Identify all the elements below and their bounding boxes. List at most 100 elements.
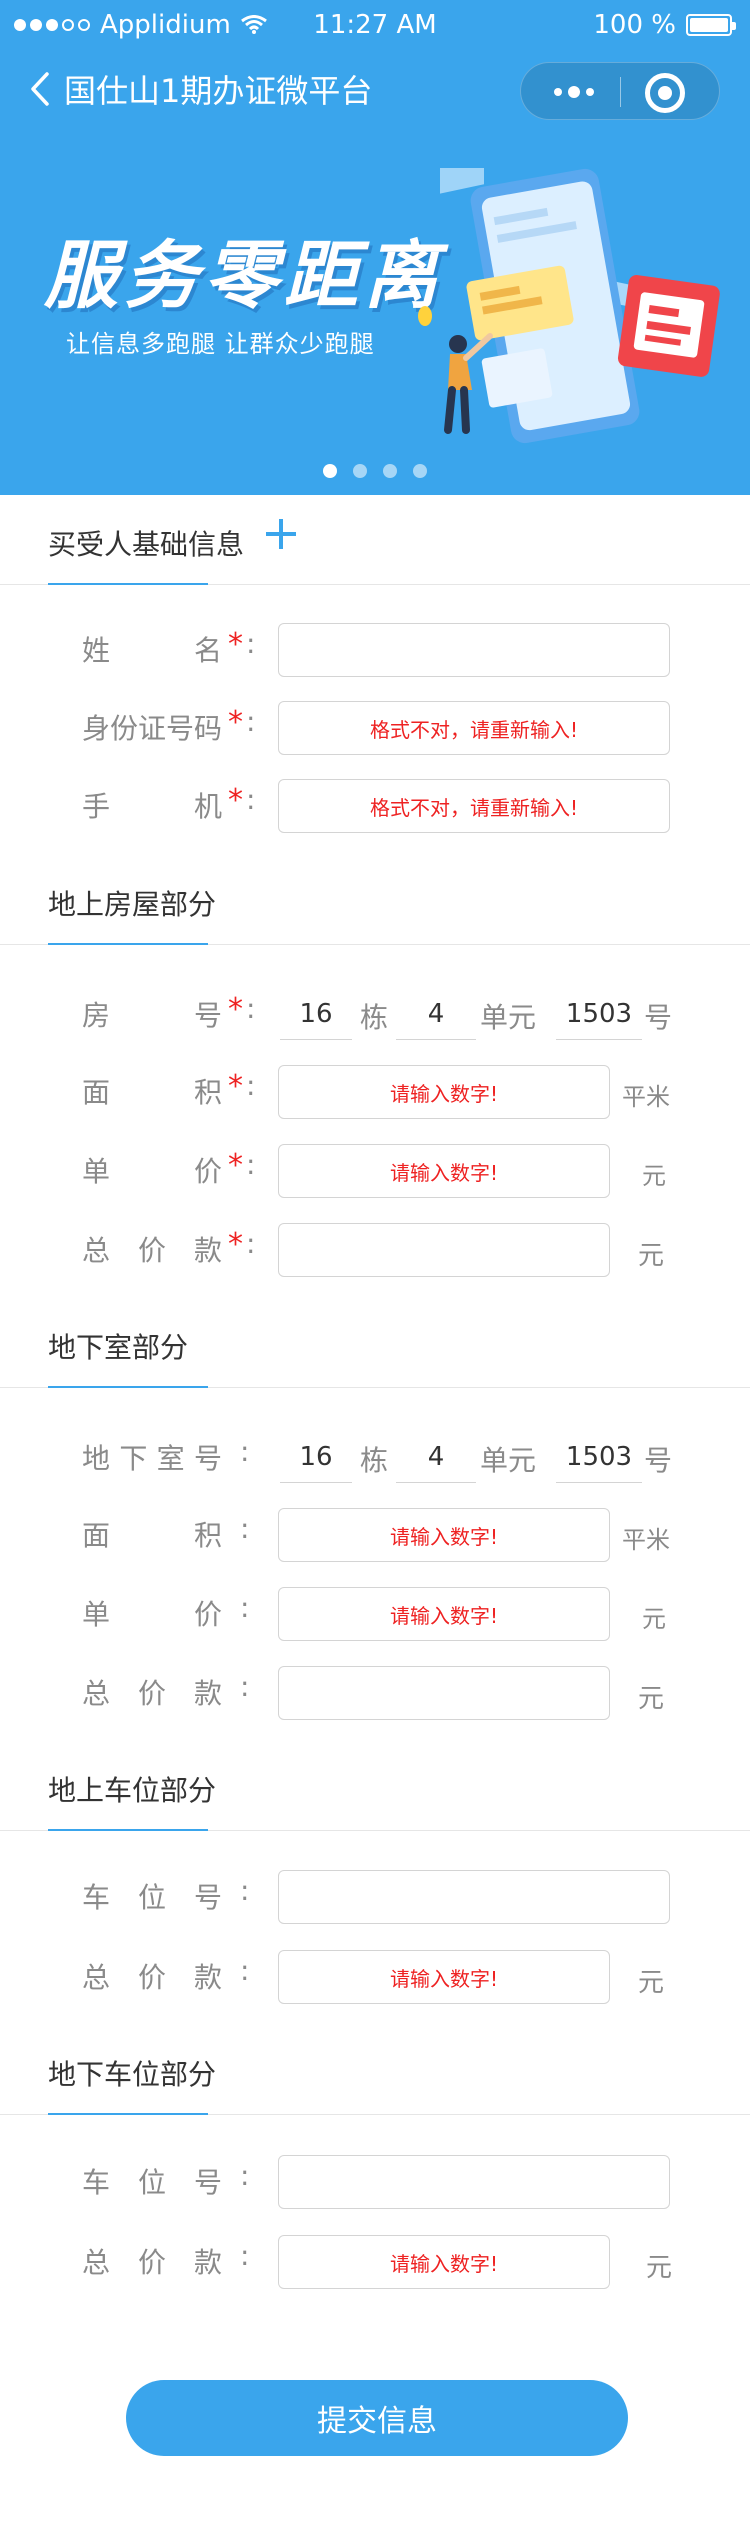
unit-input[interactable]: 4 — [396, 1431, 476, 1483]
unit-input[interactable]: 4 — [396, 988, 476, 1040]
room-label: 房号 — [82, 999, 222, 1032]
total-label: 总价款 — [82, 1677, 222, 1710]
required-mark: * — [228, 1069, 243, 1104]
area-unit: 平米 — [622, 1526, 670, 1554]
total-price-input[interactable] — [278, 1223, 610, 1277]
section-ground-parking-header: 地上车位部分 — [0, 1741, 750, 1831]
total-unit: 元 — [638, 1684, 665, 1714]
house-total-row: 总价款 * : 元 — [0, 1223, 750, 1279]
price-unit: 元 — [642, 1605, 666, 1633]
section-underline — [48, 2113, 208, 2115]
underground-parking-total-row: 总价款 : 请输入数字! 元 — [0, 2235, 750, 2291]
basement-total-row: 总价款 : 元 — [0, 1666, 750, 1722]
building-input[interactable]: 16 — [280, 988, 352, 1040]
section-title: 地下室部分 — [48, 1331, 189, 1364]
hero-banner[interactable]: 服务零距离 让信息多跑腿 让群众少跑腿 — [0, 128, 750, 495]
carousel-dot[interactable] — [383, 464, 397, 478]
total-label: 总价款 — [82, 1961, 222, 1994]
total-price-input[interactable]: 请输入数字! — [278, 1950, 610, 2004]
colon: : — [240, 1954, 250, 1987]
colon: : — [246, 705, 256, 738]
parking-no-input[interactable] — [278, 2155, 670, 2209]
colon: : — [240, 2159, 250, 2192]
price-label: 单价 — [82, 1155, 222, 1188]
basement-no-label: 地下室号 — [82, 1442, 222, 1475]
close-miniprogram-icon[interactable] — [645, 73, 685, 113]
required-mark: * — [228, 1227, 243, 1262]
carousel-dot[interactable] — [413, 464, 427, 478]
colon: : — [246, 1069, 256, 1102]
basement-no-row: 地下室号 : 16 栋 4 单元 1503 号 — [0, 1431, 750, 1487]
room-unit: 号 — [644, 1001, 673, 1034]
status-bar: Applidium 11:27 AM 100 % — [0, 0, 750, 52]
basement-area-row: 面积 : 请输入数字! 平米 — [0, 1508, 750, 1564]
total-price-input[interactable] — [278, 1666, 610, 1720]
area-label: 面积 — [82, 1076, 222, 1109]
basement-price-row: 单价 : 请输入数字! 元 — [0, 1587, 750, 1643]
colon: : — [240, 1874, 250, 1907]
building-unit: 栋 — [360, 1001, 389, 1034]
name-input[interactable] — [278, 623, 670, 677]
buyer-id-row: 身份证号码 * : 格式不对，请重新输入! — [0, 701, 750, 757]
ground-parking-no-row: 车位号 : — [0, 1870, 750, 1926]
section-title: 地上房屋部分 — [48, 888, 217, 921]
colon: : — [246, 1227, 256, 1260]
price-input[interactable]: 请输入数字! — [278, 1587, 610, 1641]
carousel-dot[interactable] — [323, 464, 337, 478]
buyer-name-row: 姓名 * : — [0, 623, 750, 679]
price-label: 单价 — [82, 1598, 222, 1631]
room-input[interactable]: 1503 — [556, 1431, 642, 1483]
carousel-indicator — [0, 464, 750, 478]
required-mark: * — [228, 992, 243, 1027]
section-buyer-header: 买受人基础信息 — [0, 495, 750, 585]
more-dot-icon — [568, 86, 580, 98]
area-input[interactable]: 请输入数字! — [278, 1065, 610, 1119]
building-input[interactable]: 16 — [280, 1431, 352, 1483]
area-label: 面积 — [82, 1519, 222, 1552]
more-dot-icon — [554, 88, 562, 96]
parking-no-label: 车位号 — [82, 2166, 222, 2199]
id-number-input[interactable]: 格式不对，请重新输入! — [278, 701, 670, 755]
colon: : — [246, 783, 256, 816]
section-title: 地上车位部分 — [48, 1774, 217, 1807]
room-input[interactable]: 1503 — [556, 988, 642, 1040]
back-button[interactable] — [20, 64, 60, 114]
colon: : — [246, 992, 256, 1025]
submit-button[interactable]: 提交信息 — [126, 2380, 628, 2456]
total-price-input[interactable]: 请输入数字! — [278, 2235, 610, 2289]
section-underground-parking-header: 地下车位部分 — [0, 2025, 750, 2115]
colon: : — [246, 627, 256, 660]
total-unit: 元 — [646, 2253, 673, 2283]
add-buyer-button[interactable] — [264, 517, 298, 551]
name-label: 姓名 — [82, 634, 222, 667]
price-input[interactable]: 请输入数字! — [278, 1144, 610, 1198]
section-underline — [48, 583, 208, 585]
area-input[interactable]: 请输入数字! — [278, 1508, 610, 1562]
building-unit: 栋 — [360, 1444, 389, 1477]
buyer-phone-row: 手机 * : 格式不对，请重新输入! — [0, 779, 750, 835]
unit-unit: 单元 — [480, 1444, 537, 1477]
id-label: 身份证号码 — [82, 712, 223, 745]
required-mark: * — [228, 627, 243, 662]
colon: : — [240, 1435, 250, 1468]
phone-illustration-icon — [418, 168, 720, 444]
chevron-left-icon — [31, 72, 49, 106]
colon: : — [246, 1148, 256, 1181]
battery-percent: 100 % — [593, 10, 676, 40]
section-underline — [48, 1829, 208, 1831]
parking-no-label: 车位号 — [82, 1881, 222, 1914]
house-room-row: 房号 * : 16 栋 4 单元 1503 号 — [0, 988, 750, 1044]
section-house-header: 地上房屋部分 — [0, 855, 750, 945]
phone-input[interactable]: 格式不对，请重新输入! — [278, 779, 670, 833]
more-button[interactable] — [547, 75, 601, 109]
carousel-dot[interactable] — [353, 464, 367, 478]
nav-bar: 国仕山1期办证微平台 — [0, 52, 750, 128]
parking-no-input[interactable] — [278, 1870, 670, 1924]
mini-program-capsule — [520, 62, 720, 120]
section-title: 地下车位部分 — [48, 2058, 217, 2091]
total-label: 总价款 — [82, 2246, 222, 2279]
phone-label: 手机 — [82, 790, 222, 823]
section-title: 买受人基础信息 — [48, 528, 245, 561]
house-price-row: 单价 * : 请输入数字! 元 — [0, 1144, 750, 1200]
colon: : — [240, 2239, 250, 2272]
